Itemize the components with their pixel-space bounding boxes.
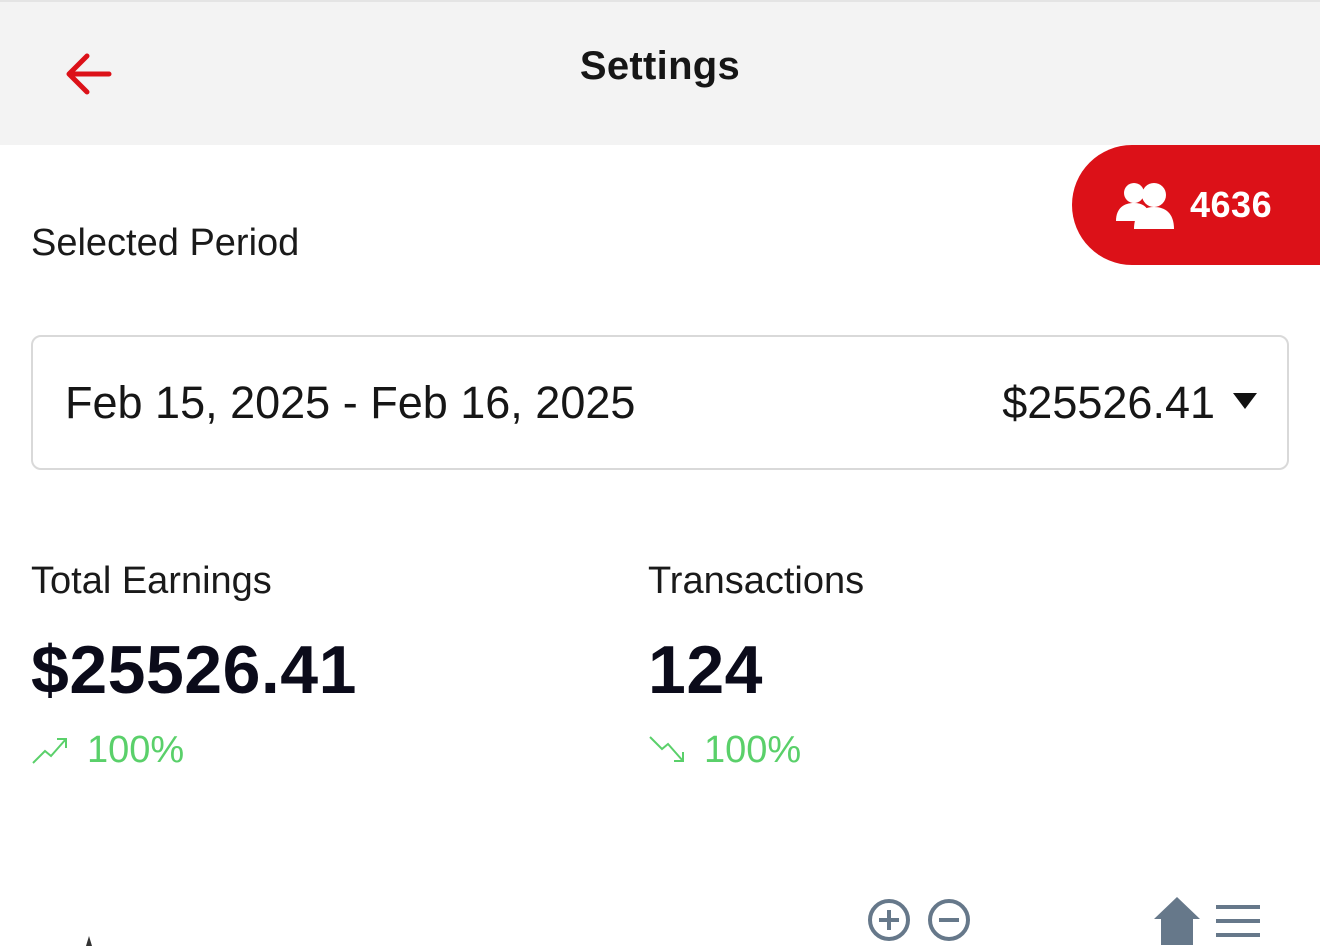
- zoom-out-icon[interactable]: [926, 897, 972, 943]
- app-header: Settings: [0, 0, 1320, 145]
- transactions-stat: Transactions 124 100%: [648, 558, 864, 772]
- selected-period-label: Selected Period: [31, 222, 300, 264]
- total-earnings-trend: 100%: [31, 728, 357, 772]
- total-earnings-label: Total Earnings: [31, 560, 272, 602]
- total-earnings-trend-pct: 100%: [87, 728, 185, 771]
- chart-marker-icon: [86, 936, 92, 946]
- transactions-value: 124: [648, 632, 763, 708]
- transactions-label: Transactions: [648, 560, 865, 602]
- total-earnings-value: $25526.41: [31, 632, 357, 708]
- transactions-trend: 100%: [648, 728, 864, 772]
- trending-down-icon: [649, 736, 684, 762]
- page-title: Settings: [579, 44, 741, 88]
- transactions-trend-pct: 100%: [704, 728, 802, 771]
- active-users-count: 4636: [1190, 184, 1273, 225]
- caret-down-icon: [1233, 393, 1257, 409]
- users-icon: [1116, 183, 1174, 229]
- period-amount-text: $25526.41: [1002, 376, 1215, 428]
- period-dropdown[interactable]: Feb 15, 2025 - Feb 16, 2025 $25526.41: [31, 335, 1289, 470]
- active-users-badge[interactable]: 4636: [1072, 145, 1320, 265]
- trending-up-icon: [32, 738, 67, 764]
- period-range-text: Feb 15, 2025 - Feb 16, 2025: [65, 376, 636, 428]
- total-earnings-stat: Total Earnings $25526.41 100%: [31, 558, 357, 772]
- menu-icon[interactable]: [1214, 903, 1262, 943]
- home-icon[interactable]: [1152, 895, 1202, 945]
- zoom-in-icon[interactable]: [866, 897, 912, 943]
